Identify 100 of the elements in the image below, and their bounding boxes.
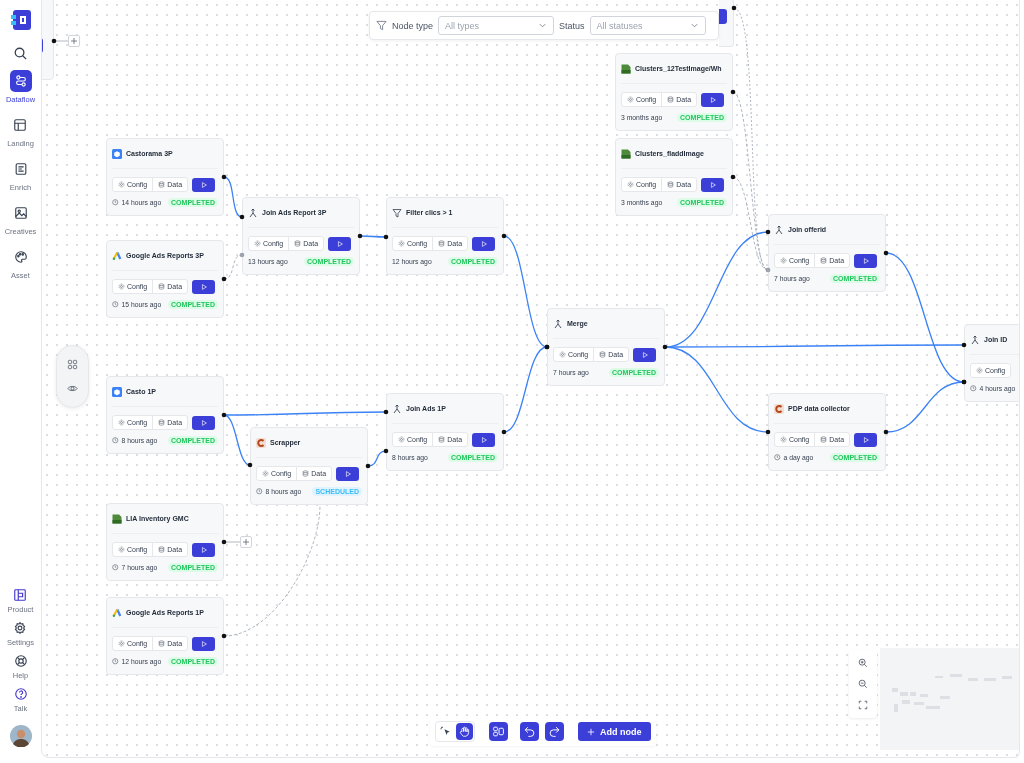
handle-dot[interactable] — [961, 342, 967, 348]
settings-icon — [118, 283, 125, 290]
plus-icon — [587, 727, 595, 736]
handle-dot[interactable] — [765, 429, 771, 435]
database-icon — [599, 351, 607, 358]
handle-dot[interactable] — [730, 174, 736, 180]
handle-dot[interactable] — [247, 462, 253, 468]
fit-view-icon[interactable] — [858, 700, 868, 710]
pointer-icon — [439, 725, 452, 738]
run-button[interactable] — [336, 466, 360, 481]
run-button[interactable] — [192, 636, 216, 651]
add-button[interactable] — [68, 35, 80, 47]
filter-label: Node type — [392, 20, 434, 31]
database-icon — [158, 283, 166, 290]
undo-button[interactable] — [520, 722, 539, 741]
run-button[interactable] — [633, 347, 657, 362]
handle-dot[interactable] — [883, 250, 889, 256]
handle-dot[interactable] — [765, 229, 771, 235]
play-icon — [479, 239, 488, 248]
handle-dot[interactable] — [221, 174, 227, 180]
run-button[interactable] — [472, 432, 496, 447]
handle-dot[interactable] — [501, 233, 507, 239]
handle-dot[interactable] — [221, 539, 227, 545]
handle-dot[interactable] — [365, 463, 371, 469]
database-icon — [158, 640, 166, 647]
run-button[interactable] — [701, 92, 725, 107]
handle-dot[interactable] — [383, 448, 389, 454]
settings-icon — [398, 436, 405, 443]
plus-icon — [70, 37, 78, 45]
layout-button[interactable] — [489, 722, 508, 741]
triangle-logo-icon — [112, 250, 122, 261]
redo-icon — [548, 725, 561, 738]
handle-dot[interactable] — [383, 234, 389, 240]
plus-icon — [242, 538, 250, 546]
database-icon — [667, 181, 675, 188]
lifebuoy-icon — [13, 654, 28, 668]
run-button[interactable] — [701, 177, 725, 192]
handle-dot[interactable] — [221, 633, 227, 639]
settings-icon — [118, 181, 125, 188]
handle-dot[interactable] — [221, 412, 227, 418]
play-icon — [708, 180, 717, 189]
redo-button[interactable] — [545, 722, 564, 741]
run-button[interactable] — [472, 236, 496, 251]
add-node-button[interactable]: Add node — [578, 722, 651, 741]
zoom-out-icon[interactable] — [858, 679, 868, 689]
node-card[interactable] — [719, 0, 734, 47]
eye-icon[interactable] — [67, 383, 78, 394]
database-icon — [158, 419, 166, 426]
settings-icon — [13, 621, 28, 635]
handle-dot[interactable] — [357, 233, 363, 239]
run-button[interactable] — [192, 177, 216, 192]
handle-dot[interactable] — [730, 89, 736, 95]
triangle-logo-icon — [112, 607, 122, 618]
database-icon — [820, 257, 828, 264]
magnet-icon — [774, 403, 784, 414]
handle-dot[interactable] — [51, 38, 57, 44]
run-button[interactable] — [192, 279, 216, 294]
settings-icon — [627, 96, 634, 103]
run-button[interactable] — [854, 253, 878, 268]
database-icon — [294, 240, 302, 247]
settings-icon — [559, 351, 566, 358]
database-icon — [438, 436, 446, 443]
database-icon — [302, 470, 310, 477]
database-icon — [158, 181, 166, 188]
logo-icon[interactable] — [10, 10, 31, 30]
database-icon — [820, 436, 828, 443]
hand-tool[interactable] — [456, 723, 473, 740]
play-icon — [343, 469, 352, 478]
database-icon — [158, 546, 166, 553]
play-icon — [199, 282, 208, 291]
handle-dot[interactable] — [662, 344, 668, 350]
chevron-down-icon — [538, 21, 548, 30]
run-button[interactable] — [328, 236, 352, 251]
search-icon[interactable] — [13, 46, 28, 61]
handle-dot[interactable] — [501, 429, 507, 435]
handle-dot[interactable] — [883, 429, 889, 435]
run-button[interactable] — [192, 542, 216, 557]
add-button[interactable] — [240, 536, 252, 548]
settings-icon — [780, 436, 787, 443]
avatar[interactable] — [9, 725, 32, 747]
run-button[interactable] — [192, 415, 216, 430]
run-button[interactable] — [854, 432, 878, 447]
connector-line — [223, 541, 241, 543]
settings-icon — [262, 470, 269, 477]
handle-dot[interactable] — [383, 409, 389, 415]
settings-icon — [976, 367, 983, 374]
panel-icon — [13, 588, 28, 602]
handle-dot[interactable] — [731, 5, 737, 11]
handle-dot[interactable] — [239, 252, 245, 258]
csv-file-icon — [621, 63, 631, 74]
settings-icon — [118, 419, 125, 426]
help-icon — [13, 687, 28, 701]
zoom-in-icon[interactable] — [858, 658, 868, 668]
handle-dot[interactable] — [221, 276, 227, 282]
grid-icon[interactable] — [67, 359, 78, 370]
merge-icon — [970, 334, 980, 345]
play-icon — [708, 95, 717, 104]
filter-icon — [376, 20, 387, 31]
handle-dot[interactable] — [239, 214, 245, 220]
chevron-down-icon — [689, 21, 699, 30]
